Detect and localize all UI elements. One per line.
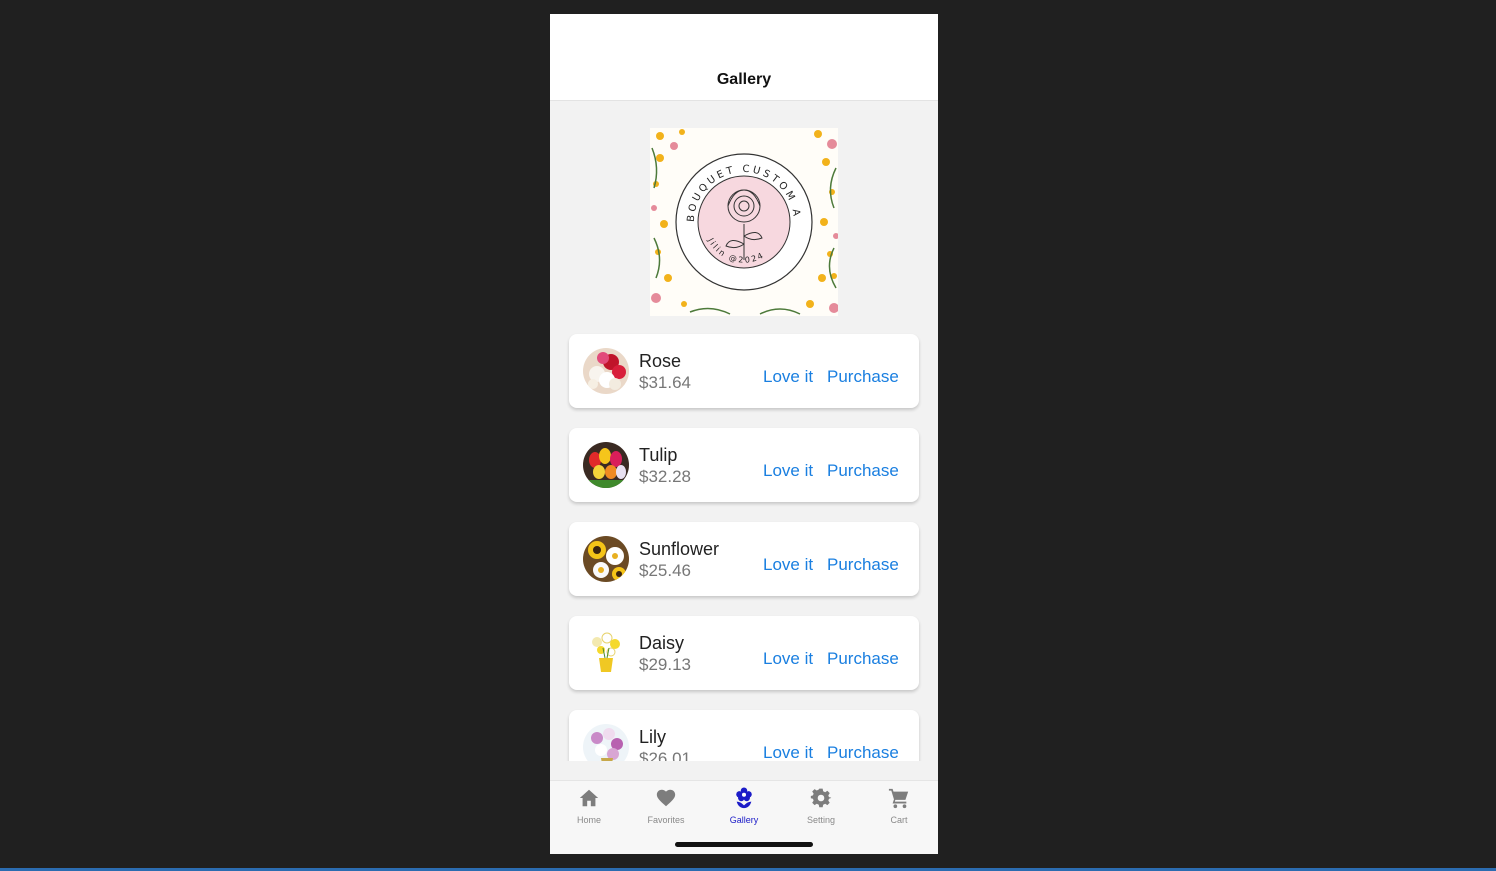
flower-name: Tulip: [639, 445, 678, 465]
home-indicator: [675, 842, 813, 847]
love-it-button[interactable]: Love it: [763, 461, 813, 481]
tab-label: Setting: [806, 815, 836, 825]
tulip-bouquet-thumbnail: [583, 442, 629, 488]
tab-label: Gallery: [729, 815, 759, 825]
tab-label: Cart: [890, 815, 908, 825]
home-icon: [578, 787, 600, 809]
love-it-button[interactable]: Love it: [763, 555, 813, 575]
bouquet-app-logo: BOUQUET CUSTOM APP Jilin @2024: [650, 128, 838, 316]
gallery-scroll-view[interactable]: BOUQUET CUSTOM APP Jilin @2024: [550, 102, 938, 761]
flower-icon: [733, 787, 755, 809]
flower-price: $26.01: [639, 749, 691, 761]
heart-icon: [655, 787, 677, 809]
daisy-bouquet-thumbnail: [583, 630, 629, 676]
flower-name: Daisy: [639, 633, 685, 653]
purchase-button[interactable]: Purchase: [827, 555, 899, 575]
tab-setting[interactable]: Setting: [782, 781, 860, 831]
gear-icon: [810, 787, 832, 809]
phone-screen: Gallery BOUQUET CUSTOM A Jilin @2024 Ros…: [550, 14, 938, 854]
flower-price: $31.64: [639, 373, 691, 392]
flower-price: $25.46: [639, 561, 691, 580]
love-it-button[interactable]: Love it: [763, 649, 813, 669]
sunflower-bouquet-thumbnail: [583, 536, 629, 582]
purchase-button[interactable]: Purchase: [827, 367, 899, 387]
tab-gallery[interactable]: Gallery: [705, 781, 783, 831]
love-it-button[interactable]: Love it: [763, 743, 813, 761]
rose-bouquet-thumbnail: [583, 348, 629, 394]
tab-favorites[interactable]: Favorites: [627, 781, 705, 831]
tab-label: Home: [576, 815, 601, 825]
purchase-button[interactable]: Purchase: [827, 743, 899, 761]
love-it-button[interactable]: Love it: [763, 367, 813, 387]
flower-card-rose: Rose $31.64 Love it Purchase: [569, 334, 919, 408]
flower-price: $29.13: [639, 655, 691, 674]
flower-price: $32.28: [639, 467, 691, 486]
flower-name: Sunflower: [639, 539, 720, 559]
nav-header: Gallery: [550, 14, 938, 101]
flower-name: Lily: [639, 727, 667, 747]
page-title: Gallery: [716, 71, 772, 88]
logo-image: BOUQUET CUSTOM APP Jilin @2024: [650, 128, 838, 316]
purchase-button[interactable]: Purchase: [827, 461, 899, 481]
cart-icon: [888, 787, 910, 809]
purchase-button[interactable]: Purchase: [827, 649, 899, 669]
flower-name: Rose: [639, 351, 682, 371]
tab-label: Favorites: [647, 815, 685, 825]
flower-card-lily: Lily $26.01 Love it Purchase: [569, 710, 919, 761]
flower-card-daisy: Daisy $29.13 Love it Purchase: [569, 616, 919, 690]
flower-card-tulip: Tulip $32.28 Love it Purchase: [569, 428, 919, 502]
lily-bouquet-thumbnail: [583, 724, 629, 761]
tab-cart[interactable]: Cart: [860, 781, 938, 831]
tab-home[interactable]: Home: [550, 781, 628, 831]
flower-card-sunflower: Sunflower $25.46 Love it Purchase: [569, 522, 919, 596]
